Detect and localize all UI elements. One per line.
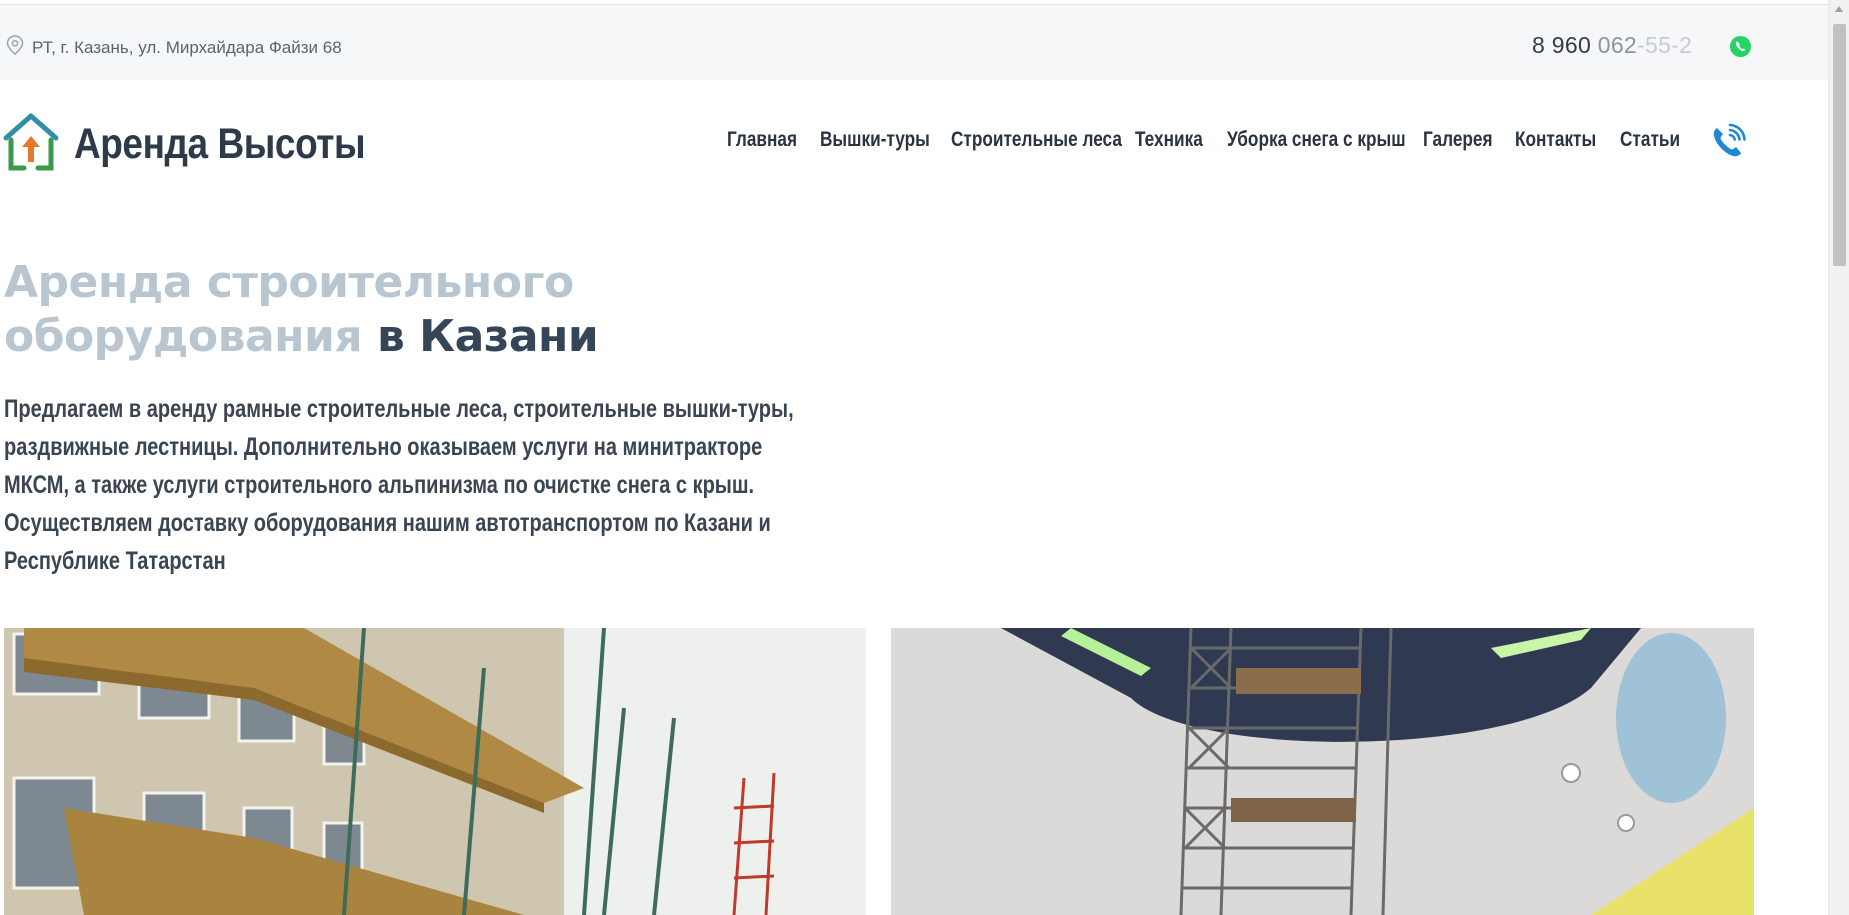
hero-title-light-line1: Аренда строительного: [4, 257, 574, 308]
nav-item-label: Уборка снега с крыш: [1227, 128, 1406, 151]
site-logo[interactable]: Аренда Высоты: [2, 112, 413, 177]
hero-title-dark: в Казани: [362, 311, 599, 362]
phone-part-a: 8 960: [1532, 32, 1598, 58]
scrollbar-thumb[interactable]: [1833, 24, 1846, 266]
nav-item-snow-removal[interactable]: Уборка снега с крыш: [1227, 128, 1445, 152]
phone-call-icon[interactable]: [1708, 122, 1748, 162]
nav-item-contacts[interactable]: Контакты: [1515, 128, 1614, 152]
nav-item-label: Строительные леса: [951, 128, 1122, 151]
nav-item-label: Статьи: [1620, 128, 1681, 151]
nav-item-gallery[interactable]: Галерея: [1423, 128, 1508, 152]
nav-item-machinery[interactable]: Техника: [1135, 128, 1218, 152]
nav-item-label: Главная: [727, 128, 798, 151]
nav-item-articles[interactable]: Статьи: [1620, 128, 1693, 152]
address-text: РТ, г. Казань, ул. Мирхайдара Файзи 68: [32, 37, 342, 57]
hero-description: Предлагаем в аренду рамные строительные …: [4, 395, 794, 575]
nav-item-label: Техника: [1135, 128, 1203, 151]
phone-part-c: -55-2: [1637, 32, 1693, 58]
whatsapp-icon[interactable]: [1729, 35, 1752, 58]
scaffolding-photo[interactable]: [4, 628, 866, 915]
hero-title-light-line2: оборудования: [4, 311, 363, 362]
nav-item-home[interactable]: Главная: [727, 128, 812, 152]
logo-text: Аренда Высоты: [74, 120, 366, 168]
page: РТ, г. Казань, ул. Мирхайдара Файзи 68 8…: [0, 0, 1828, 915]
scroll-up-arrow-icon[interactable]: [1835, 6, 1843, 12]
nav-item-label: Галерея: [1423, 128, 1493, 151]
mall-tower-photo[interactable]: [891, 628, 1754, 915]
nav-item-label: Контакты: [1515, 128, 1597, 151]
phone-number[interactable]: 8 960 062-55-2: [1532, 32, 1692, 59]
phone-part-b: 062: [1597, 32, 1638, 58]
hero-title: Аренда строительного оборудования в Каза…: [4, 256, 599, 364]
location-pin-icon: [6, 35, 24, 60]
nav-item-scaffolding[interactable]: Строительные леса: [951, 128, 1159, 152]
house-up-arrow-logo: [2, 112, 60, 177]
top-info-bar: РТ, г. Казань, ул. Мирхайдара Файзи 68 8…: [0, 4, 1828, 80]
nav-item-label: Вышки-туры: [820, 128, 930, 151]
nav-item-towers[interactable]: Вышки-туры: [820, 128, 954, 152]
address: РТ, г. Казань, ул. Мирхайдара Файзи 68: [6, 35, 342, 60]
page-scrollbar[interactable]: [1828, 0, 1849, 915]
